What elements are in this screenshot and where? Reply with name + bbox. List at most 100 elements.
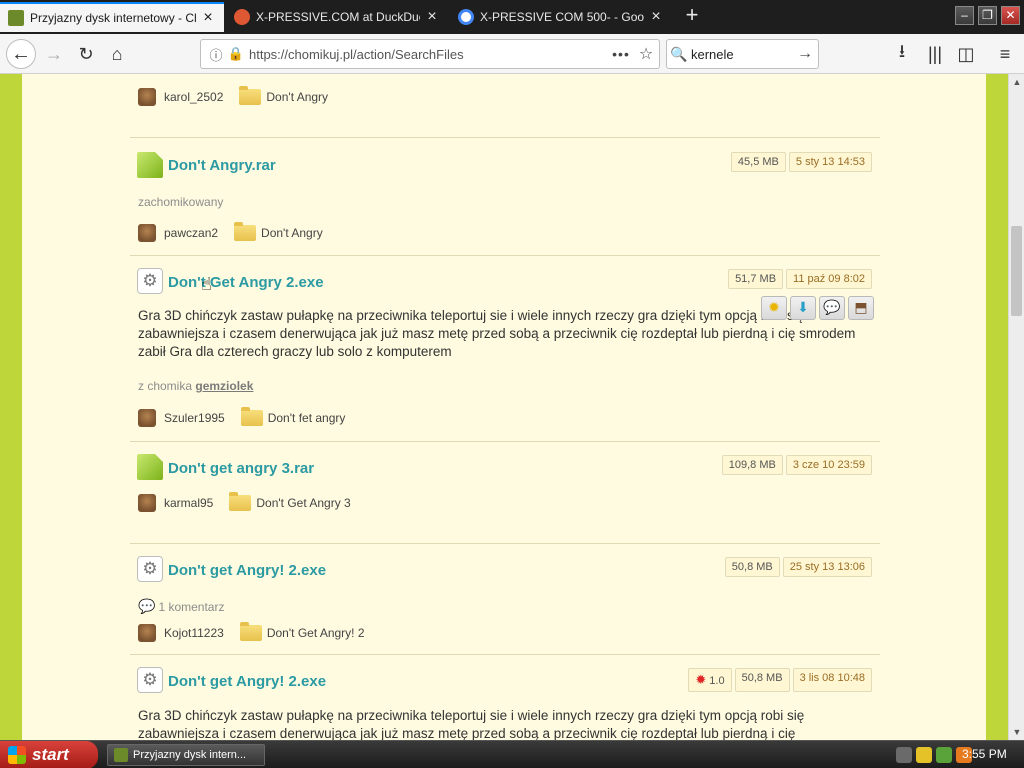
owner-row: pawczan2 Don't Angry: [138, 222, 323, 242]
folder-icon[interactable]: [239, 622, 262, 641]
search-box[interactable]: 🔍 kernele →: [666, 39, 819, 69]
file-rating: ✹ 1.0: [688, 668, 732, 692]
new-tab-plus-icon[interactable]: +: [680, 4, 704, 28]
scroll-up-arrow-icon[interactable]: ▲: [1009, 74, 1024, 90]
file-meta: ✹ 1.0 50,8 MB 3 lis 08 10:48: [685, 668, 872, 692]
file-title-link[interactable]: Don't get Angry! 2.exe: [168, 562, 326, 579]
url-text[interactable]: https://chomikuj.pl/action/SearchFiles: [245, 47, 609, 62]
from-chomik: z chomika gemziolek: [138, 379, 253, 393]
chomikuj-app-icon: [114, 748, 128, 762]
downloads-icon[interactable]: ⭳: [888, 40, 916, 68]
file-size: 50,8 MB: [734, 668, 790, 692]
browser-tab-strip: Przyjazny dysk internetowy - Chomikuj.pl…: [0, 0, 1024, 34]
lock-icon[interactable]: 🔒: [227, 46, 245, 62]
scrollbar-thumb[interactable]: [1011, 226, 1022, 316]
result-item: ⚙ Don't Get Angry 2.exe 51,7 MB 11 paź 0…: [130, 256, 880, 442]
user-avatar-icon[interactable]: [138, 624, 156, 642]
system-clock[interactable]: 3:55 PM: [962, 747, 1007, 761]
result-item: karol_2502 Don't Angry: [130, 74, 880, 138]
folder-name[interactable]: Don't Get Angry! 2: [267, 626, 365, 640]
rar-file-icon[interactable]: [137, 152, 163, 178]
file-title-link[interactable]: Don't get Angry! 2.exe: [168, 673, 326, 690]
reload-icon[interactable]: ↻: [72, 40, 100, 68]
tab-google[interactable]: X-PRESSIVE COM 500- - Google Search ×: [450, 2, 672, 32]
duckduckgo-favicon-icon: [234, 9, 250, 25]
file-title-link[interactable]: Don't Angry.rar: [168, 157, 276, 174]
shield-icon[interactable]: [916, 747, 932, 763]
scroll-down-arrow-icon[interactable]: ▼: [1009, 724, 1024, 740]
tab-title: X-PRESSIVE COM 500- - Google Search: [480, 10, 644, 24]
tab-duckduckgo[interactable]: X-PRESSIVE.COM at DuckDuckGo ×: [226, 2, 448, 32]
home-icon[interactable]: ⌂: [103, 40, 131, 68]
user-avatar-icon[interactable]: [138, 409, 156, 427]
comment-bubble-icon[interactable]: 💬: [819, 296, 845, 320]
file-meta: 109,8 MB 3 cze 10 23:59: [719, 455, 872, 475]
owner-row: Kojot11223 Don't Get Angry! 2: [138, 622, 365, 642]
close-window-icon[interactable]: ✕: [1001, 6, 1020, 25]
network-icon[interactable]: [936, 747, 952, 763]
search-input[interactable]: kernele: [691, 47, 792, 62]
taskbar-window-label: Przyjazny dysk intern...: [133, 749, 247, 761]
exe-file-gear-icon[interactable]: ⚙: [137, 268, 163, 294]
user-avatar-icon[interactable]: [138, 88, 156, 106]
folder-icon[interactable]: [240, 407, 263, 426]
restore-window-icon[interactable]: ❐: [978, 6, 997, 25]
folder-icon[interactable]: [239, 86, 262, 105]
owner-name[interactable]: karmal95: [164, 496, 213, 510]
download-arrow-icon[interactable]: ⬇: [790, 296, 816, 320]
library-icon[interactable]: |||: [921, 40, 949, 68]
owner-name[interactable]: karol_2502: [164, 90, 223, 104]
result-item: ⚙ Don't get Angry! 2.exe 50,8 MB 25 sty …: [130, 544, 880, 655]
comment-bubble-icon: 💬: [138, 598, 156, 614]
start-button[interactable]: start: [0, 741, 98, 768]
forward-arrow-icon[interactable]: →: [40, 40, 68, 68]
owner-row: Szuler1995 Don't fet angry: [138, 407, 346, 427]
windows-flag-icon: [8, 746, 26, 764]
minimize-window-icon[interactable]: –: [955, 6, 974, 25]
user-avatar-icon[interactable]: [138, 494, 156, 512]
file-title-link[interactable]: Don't get angry 3.rar: [168, 460, 314, 477]
result-item: Don't Angry.rar 45,5 MB 5 sty 13 14:53 z…: [130, 138, 880, 256]
folder-name[interactable]: Don't Angry: [261, 226, 323, 240]
rating-value: 1.0: [709, 675, 725, 687]
owner-row: karmal95 Don't Get Angry 3: [138, 492, 351, 512]
search-go-arrow-icon[interactable]: →: [792, 45, 818, 63]
file-date: 11 paź 09 8:02: [786, 269, 872, 289]
hamburger-menu-icon[interactable]: ≡: [991, 40, 1019, 68]
file-title-link[interactable]: Don't Get Angry 2.exe: [168, 274, 324, 291]
page-actions-menu-icon[interactable]: •••: [609, 46, 633, 62]
save-to-chomik-icon[interactable]: ⬒: [848, 296, 874, 320]
folder-icon[interactable]: [229, 492, 252, 511]
folder-name[interactable]: Don't Get Angry 3: [256, 496, 350, 510]
folder-icon[interactable]: [234, 222, 257, 241]
owner-name[interactable]: pawczan2: [164, 226, 218, 240]
tab-chomikuj[interactable]: Przyjazny dysk internetowy - Chomikuj.pl…: [0, 2, 224, 32]
rar-file-icon[interactable]: [137, 454, 163, 480]
star-sun-icon[interactable]: ✹: [761, 296, 787, 320]
vertical-scrollbar[interactable]: ▲ ▼: [1008, 74, 1024, 740]
owner-name[interactable]: Szuler1995: [164, 411, 225, 425]
bookmark-star-icon[interactable]: ☆: [633, 44, 659, 64]
file-action-buttons: ✹ ⬇ 💬 ⬒: [758, 296, 874, 320]
taskbar-window-button[interactable]: Przyjazny dysk intern...: [107, 744, 265, 766]
close-tab-icon[interactable]: ×: [424, 8, 440, 26]
user-avatar-icon[interactable]: [138, 224, 156, 242]
chomikuj-favicon-icon: [8, 10, 24, 26]
hand-cursor-icon: ☝: [201, 274, 212, 294]
close-tab-icon[interactable]: ×: [648, 8, 664, 26]
owner-name[interactable]: Kojot11223: [164, 626, 224, 640]
folder-name[interactable]: Don't fet angry: [268, 411, 346, 425]
rating-burst-icon: ✹: [695, 672, 707, 687]
close-tab-icon[interactable]: ×: [200, 9, 216, 27]
back-arrow-icon[interactable]: ←: [6, 39, 36, 69]
from-chomik-user-link[interactable]: gemziolek: [195, 379, 253, 393]
site-info-icon[interactable]: ⓘ: [205, 45, 227, 64]
address-bar[interactable]: ⓘ 🔒 https://chomikuj.pl/action/SearchFil…: [200, 39, 660, 69]
comments-link[interactable]: 💬 1 komentarz: [138, 598, 224, 615]
exe-file-gear-icon[interactable]: ⚙: [137, 667, 163, 693]
comments-count[interactable]: 1 komentarz: [158, 600, 224, 614]
folder-name[interactable]: Don't Angry: [266, 90, 328, 104]
exe-file-gear-icon[interactable]: ⚙: [137, 556, 163, 582]
sidebar-toggle-icon[interactable]: ◫: [952, 40, 980, 68]
keyboard-icon[interactable]: [896, 747, 912, 763]
